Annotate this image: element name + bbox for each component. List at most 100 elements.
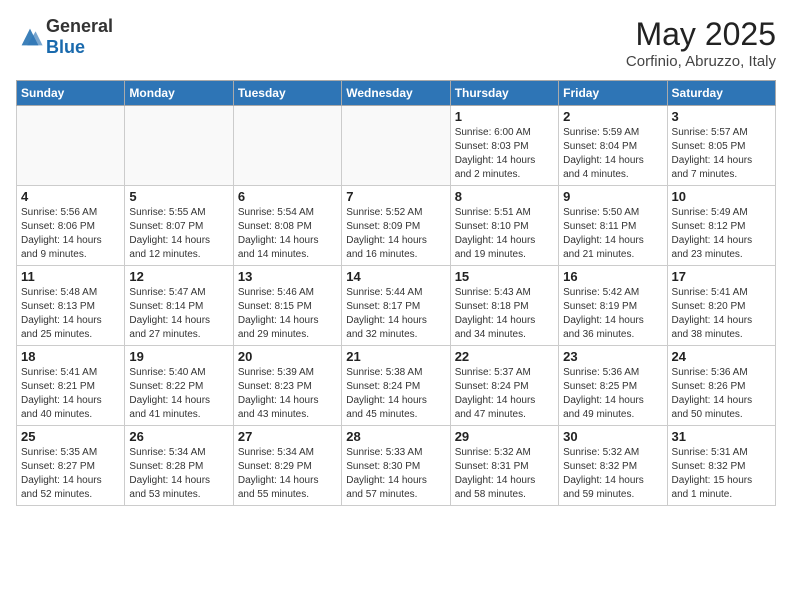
weekday-header-wednesday: Wednesday <box>342 81 450 106</box>
location-title: Corfinio, Abruzzo, Italy <box>626 53 776 70</box>
day-info: Sunrise: 5:56 AM Sunset: 8:06 PM Dayligh… <box>21 206 120 262</box>
day-info: Sunrise: 5:43 AM Sunset: 8:18 PM Dayligh… <box>455 286 554 342</box>
calendar-cell: 14 Sunrise: 5:44 AM Sunset: 8:17 PM Dayli… <box>342 266 450 346</box>
day-info: Sunrise: 5:46 AM Sunset: 8:15 PM Dayligh… <box>238 286 337 342</box>
day-info: Sunrise: 5:52 AM Sunset: 8:09 PM Dayligh… <box>346 206 445 262</box>
day-info: Sunrise: 5:59 AM Sunset: 8:04 PM Dayligh… <box>563 126 662 182</box>
day-info: Sunrise: 5:35 AM Sunset: 8:27 PM Dayligh… <box>21 446 120 502</box>
calendar-cell: 6Sunrise: 5:54 AM Sunset: 8:08 PM Daylig… <box>233 186 341 266</box>
calendar-cell: 25 Sunrise: 5:35 AM Sunset: 8:27 PM Dayli… <box>17 426 125 506</box>
day-number: 4 <box>21 189 120 204</box>
day-info: Sunrise: 5:34 AM Sunset: 8:29 PM Dayligh… <box>238 446 337 502</box>
calendar-cell: 31 Sunrise: 5:31 AM Sunset: 8:32 PM Dayli… <box>667 426 775 506</box>
day-number: 15 <box>455 269 554 284</box>
day-number: 21 <box>346 349 445 364</box>
day-info: Sunrise: 5:36 AM Sunset: 8:25 PM Dayligh… <box>563 366 662 422</box>
day-number: 3 <box>672 109 771 124</box>
calendar-cell: 10 Sunrise: 5:49 AM Sunset: 8:12 PM Dayli… <box>667 186 775 266</box>
calendar-cell: 2Sunrise: 5:59 AM Sunset: 8:04 PM Daylig… <box>559 106 667 186</box>
day-number: 10 <box>672 189 771 204</box>
day-number: 30 <box>563 429 662 444</box>
calendar-cell: 30Sunrise: 5:32 AM Sunset: 8:32 PM Dayli… <box>559 426 667 506</box>
day-number: 28 <box>346 429 445 444</box>
weekday-header-friday: Friday <box>559 81 667 106</box>
day-info: Sunrise: 5:50 AM Sunset: 8:11 PM Dayligh… <box>563 206 662 262</box>
calendar-cell: 29 Sunrise: 5:32 AM Sunset: 8:31 PM Dayli… <box>450 426 558 506</box>
calendar-cell: 11 Sunrise: 5:48 AM Sunset: 8:13 PM Dayli… <box>17 266 125 346</box>
calendar-cell: 1 Sunrise: 6:00 AM Sunset: 8:03 PM Daylig… <box>450 106 558 186</box>
day-info: Sunrise: 5:34 AM Sunset: 8:28 PM Dayligh… <box>129 446 228 502</box>
day-info: Sunrise: 5:33 AM Sunset: 8:30 PM Dayligh… <box>346 446 445 502</box>
day-number: 29 <box>455 429 554 444</box>
day-number: 31 <box>672 429 771 444</box>
calendar-week-1: 1 Sunrise: 6:00 AM Sunset: 8:03 PM Daylig… <box>17 106 776 186</box>
day-info: Sunrise: 5:41 AM Sunset: 8:21 PM Dayligh… <box>21 366 120 422</box>
day-number: 25 <box>21 429 120 444</box>
calendar: SundayMondayTuesdayWednesdayThursdayFrid… <box>16 80 776 506</box>
day-info: Sunrise: 5:57 AM Sunset: 8:05 PM Dayligh… <box>672 126 771 182</box>
calendar-week-4: 18 Sunrise: 5:41 AM Sunset: 8:21 PM Dayli… <box>17 346 776 426</box>
calendar-cell <box>17 106 125 186</box>
calendar-cell: 12 Sunrise: 5:47 AM Sunset: 8:14 PM Dayli… <box>125 266 233 346</box>
day-info: Sunrise: 5:40 AM Sunset: 8:22 PM Dayligh… <box>129 366 228 422</box>
day-number: 23 <box>563 349 662 364</box>
day-info: Sunrise: 5:42 AM Sunset: 8:19 PM Dayligh… <box>563 286 662 342</box>
day-number: 13 <box>238 269 337 284</box>
logo: General Blue <box>16 16 113 58</box>
calendar-cell: 20 Sunrise: 5:39 AM Sunset: 8:23 PM Dayli… <box>233 346 341 426</box>
day-info: Sunrise: 5:51 AM Sunset: 8:10 PM Dayligh… <box>455 206 554 262</box>
calendar-cell: 19 Sunrise: 5:40 AM Sunset: 8:22 PM Dayli… <box>125 346 233 426</box>
day-info: Sunrise: 5:39 AM Sunset: 8:23 PM Dayligh… <box>238 366 337 422</box>
day-number: 27 <box>238 429 337 444</box>
logo-icon <box>16 23 44 51</box>
day-info: Sunrise: 5:41 AM Sunset: 8:20 PM Dayligh… <box>672 286 771 342</box>
day-info: Sunrise: 5:32 AM Sunset: 8:31 PM Dayligh… <box>455 446 554 502</box>
day-info: Sunrise: 5:55 AM Sunset: 8:07 PM Dayligh… <box>129 206 228 262</box>
header: General Blue May 2025 Corfinio, Abruzzo,… <box>16 16 776 70</box>
weekday-header-monday: Monday <box>125 81 233 106</box>
calendar-cell: 27 Sunrise: 5:34 AM Sunset: 8:29 PM Dayli… <box>233 426 341 506</box>
day-number: 22 <box>455 349 554 364</box>
calendar-week-3: 11 Sunrise: 5:48 AM Sunset: 8:13 PM Dayli… <box>17 266 776 346</box>
day-info: Sunrise: 5:44 AM Sunset: 8:17 PM Dayligh… <box>346 286 445 342</box>
day-number: 1 <box>455 109 554 124</box>
day-number: 19 <box>129 349 228 364</box>
day-number: 20 <box>238 349 337 364</box>
day-info: Sunrise: 5:47 AM Sunset: 8:14 PM Dayligh… <box>129 286 228 342</box>
calendar-cell <box>233 106 341 186</box>
weekday-header-saturday: Saturday <box>667 81 775 106</box>
day-number: 18 <box>21 349 120 364</box>
day-info: Sunrise: 6:00 AM Sunset: 8:03 PM Dayligh… <box>455 126 554 182</box>
calendar-cell: 16Sunrise: 5:42 AM Sunset: 8:19 PM Dayli… <box>559 266 667 346</box>
calendar-week-2: 4 Sunrise: 5:56 AM Sunset: 8:06 PM Daylig… <box>17 186 776 266</box>
day-info: Sunrise: 5:48 AM Sunset: 8:13 PM Dayligh… <box>21 286 120 342</box>
title-area: May 2025 Corfinio, Abruzzo, Italy <box>626 16 776 70</box>
day-info: Sunrise: 5:37 AM Sunset: 8:24 PM Dayligh… <box>455 366 554 422</box>
calendar-cell: 3 Sunrise: 5:57 AM Sunset: 8:05 PM Daylig… <box>667 106 775 186</box>
day-info: Sunrise: 5:49 AM Sunset: 8:12 PM Dayligh… <box>672 206 771 262</box>
day-number: 12 <box>129 269 228 284</box>
calendar-cell <box>342 106 450 186</box>
day-number: 8 <box>455 189 554 204</box>
day-number: 14 <box>346 269 445 284</box>
logo-general-text: General <box>46 16 113 36</box>
day-info: Sunrise: 5:36 AM Sunset: 8:26 PM Dayligh… <box>672 366 771 422</box>
day-number: 9 <box>563 189 662 204</box>
calendar-cell: 28 Sunrise: 5:33 AM Sunset: 8:30 PM Dayli… <box>342 426 450 506</box>
calendar-cell: 9 Sunrise: 5:50 AM Sunset: 8:11 PM Daylig… <box>559 186 667 266</box>
day-number: 11 <box>21 269 120 284</box>
calendar-cell <box>125 106 233 186</box>
calendar-week-5: 25 Sunrise: 5:35 AM Sunset: 8:27 PM Dayli… <box>17 426 776 506</box>
calendar-cell: 23 Sunrise: 5:36 AM Sunset: 8:25 PM Dayli… <box>559 346 667 426</box>
day-info: Sunrise: 5:38 AM Sunset: 8:24 PM Dayligh… <box>346 366 445 422</box>
calendar-cell: 7Sunrise: 5:52 AM Sunset: 8:09 PM Daylig… <box>342 186 450 266</box>
day-info: Sunrise: 5:54 AM Sunset: 8:08 PM Dayligh… <box>238 206 337 262</box>
calendar-cell: 26Sunrise: 5:34 AM Sunset: 8:28 PM Dayli… <box>125 426 233 506</box>
calendar-cell: 21 Sunrise: 5:38 AM Sunset: 8:24 PM Dayli… <box>342 346 450 426</box>
weekday-header-row: SundayMondayTuesdayWednesdayThursdayFrid… <box>17 81 776 106</box>
day-number: 24 <box>672 349 771 364</box>
calendar-cell: 5Sunrise: 5:55 AM Sunset: 8:07 PM Daylig… <box>125 186 233 266</box>
calendar-cell: 15 Sunrise: 5:43 AM Sunset: 8:18 PM Dayli… <box>450 266 558 346</box>
day-info: Sunrise: 5:31 AM Sunset: 8:32 PM Dayligh… <box>672 446 771 502</box>
month-title: May 2025 <box>626 16 776 53</box>
